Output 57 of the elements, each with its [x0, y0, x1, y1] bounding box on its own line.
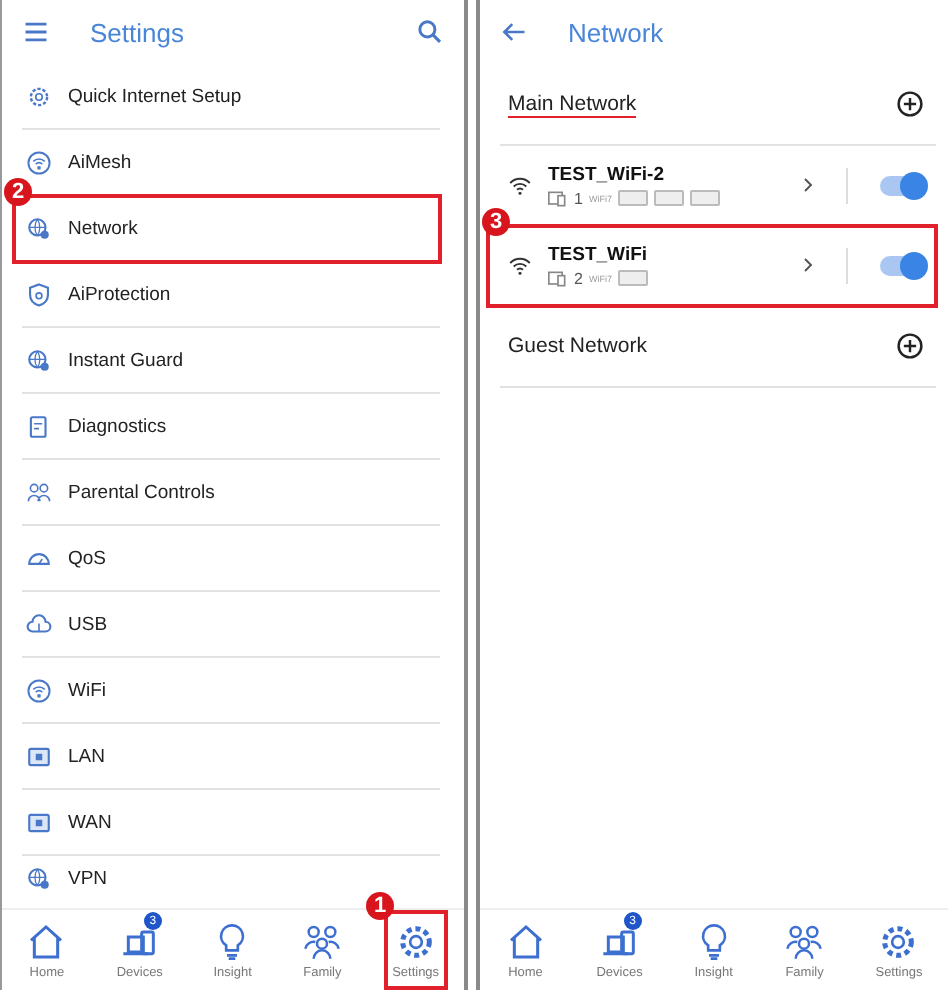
band-tag-icon	[617, 270, 648, 286]
settings-menu-item[interactable]: Parental Controls	[22, 460, 440, 526]
router-icon	[26, 149, 52, 175]
settings-icon	[395, 921, 436, 961]
menu-icon[interactable]	[22, 18, 50, 46]
settings-menu-item[interactable]: Diagnostics	[22, 394, 440, 460]
devices-icon	[548, 189, 568, 207]
globe-icon	[26, 347, 52, 373]
settings-menu-item[interactable]: WAN	[22, 790, 440, 856]
people-icon	[302, 921, 343, 961]
client-count: 1	[574, 189, 583, 207]
home-icon	[505, 921, 546, 961]
settings-menu-item[interactable]: AiProtection	[22, 262, 440, 328]
search-icon[interactable]	[416, 18, 444, 46]
add-icon[interactable]	[896, 90, 924, 118]
toggle-switch[interactable]	[880, 255, 924, 275]
band-tag-icon	[617, 190, 648, 206]
screen-title: Settings	[90, 17, 184, 47]
chevron-right-icon[interactable]	[802, 256, 814, 274]
network-name: TEST_WiFi	[548, 243, 650, 265]
devices-icon	[548, 269, 568, 287]
wifi-icon	[508, 253, 532, 277]
gear-icon	[26, 83, 52, 109]
settings-menu-item[interactable]: QoS	[22, 526, 440, 592]
settings-menu-item[interactable]: Instant Guard	[22, 328, 440, 394]
screen-title: Network	[568, 17, 664, 47]
back-arrow-icon[interactable]	[500, 18, 528, 46]
client-count: 2	[574, 269, 583, 287]
add-icon[interactable]	[896, 332, 924, 360]
monitor-icon	[26, 809, 52, 835]
cloud-icon	[26, 611, 52, 637]
settings-menu-item[interactable]: Network	[14, 196, 440, 262]
settings-menu-item[interactable]: WiFi	[22, 658, 440, 724]
toggle-switch[interactable]	[880, 175, 924, 195]
shield-icon	[26, 281, 52, 307]
wifi-icon	[508, 173, 532, 197]
settings-icon	[878, 921, 919, 961]
network-name: TEST_WiFi-2	[548, 163, 666, 185]
band-tag-icon	[653, 190, 684, 206]
settings-menu-item[interactable]: USB	[22, 592, 440, 658]
home-icon	[26, 921, 67, 961]
band-tag-icon	[689, 190, 720, 206]
globe-icon	[26, 215, 52, 241]
chevron-right-icon[interactable]	[802, 176, 814, 194]
settings-menu-item[interactable]: LAN	[22, 724, 440, 790]
document-icon	[26, 413, 52, 439]
step-number-badge: 3	[482, 208, 510, 236]
monitor-icon	[26, 743, 52, 769]
globe-icon	[26, 866, 52, 892]
people-icon	[26, 479, 52, 505]
step-number-badge: 1	[366, 892, 395, 920]
people-icon	[784, 921, 825, 961]
settings-menu-item[interactable]: Quick Internet Setup	[22, 64, 440, 130]
wifi-icon	[26, 677, 52, 703]
section-heading: Main Network	[508, 91, 637, 117]
step-number-badge: 2	[4, 178, 32, 206]
section-heading: Guest Network	[508, 334, 647, 358]
